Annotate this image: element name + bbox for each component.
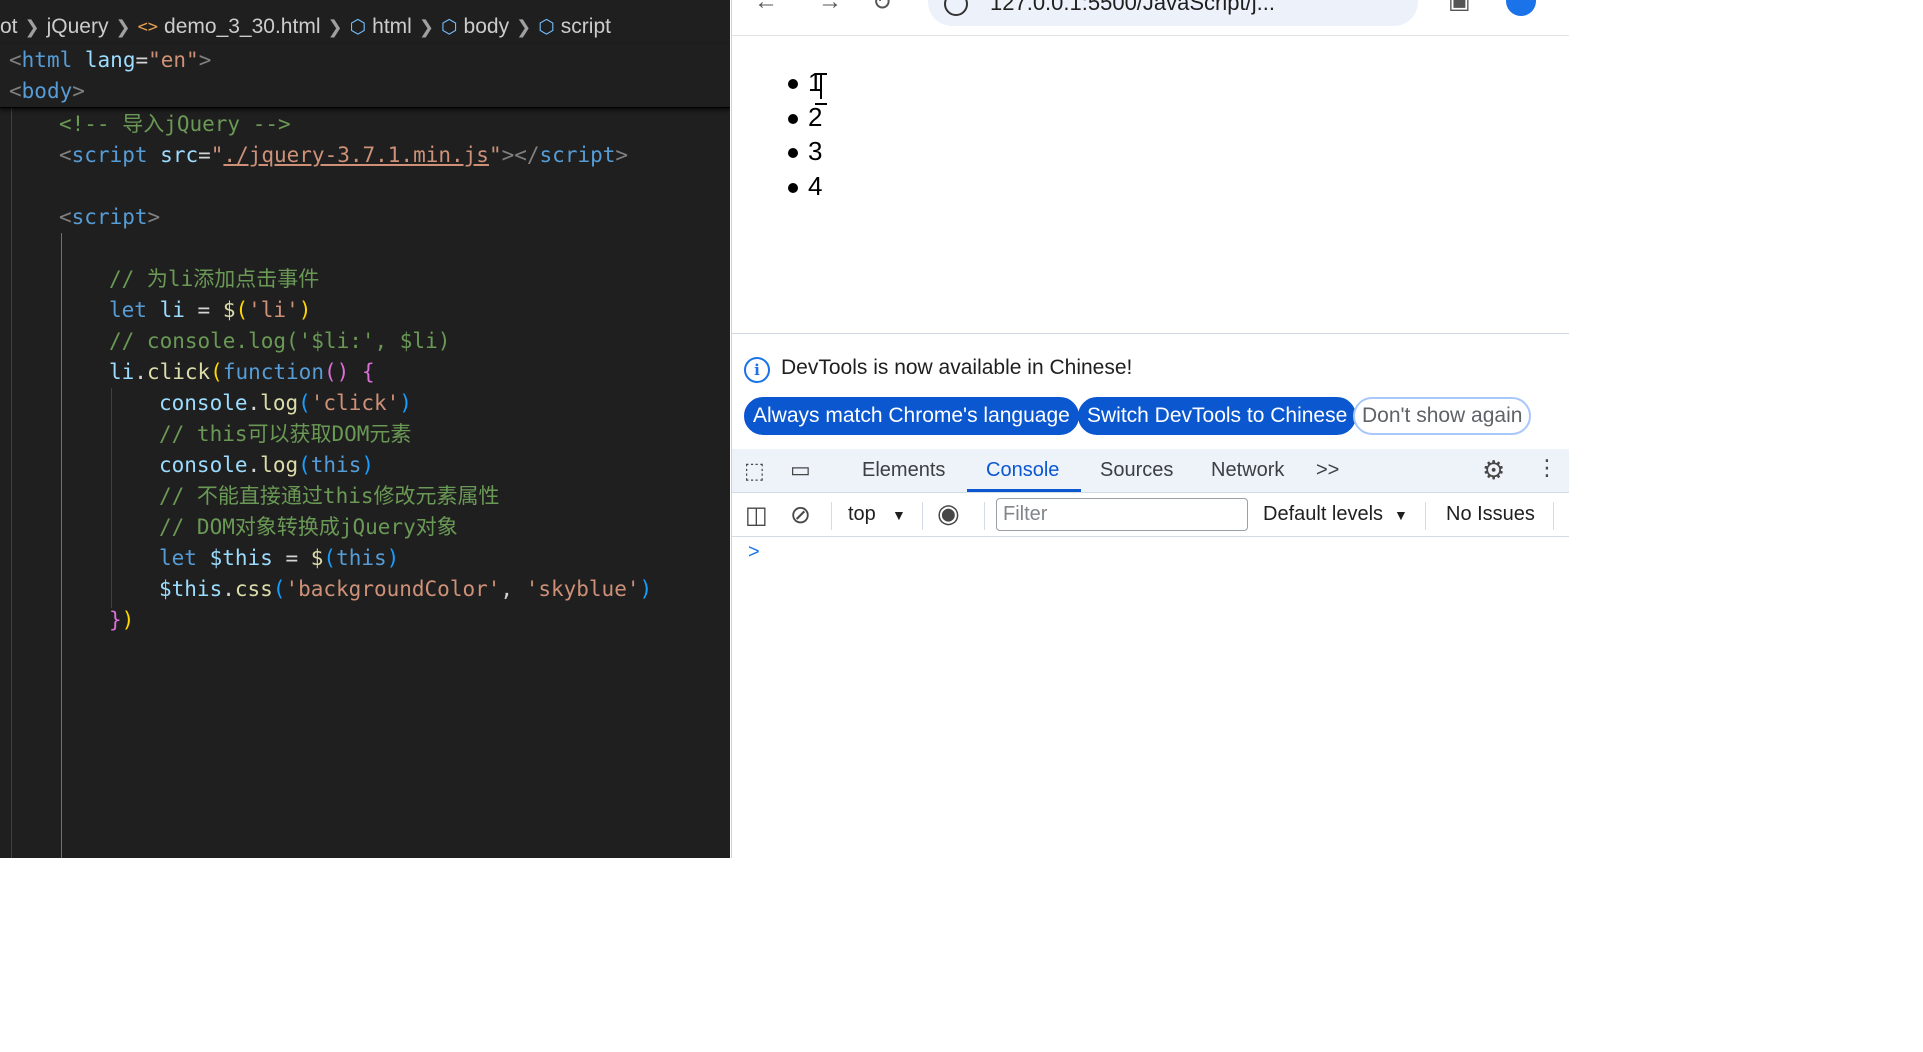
cube-icon: ⬡ xyxy=(440,16,458,38)
breadcrumb-item-root[interactable]: ot xyxy=(0,15,18,39)
code-line-css-call[interactable]: $this.css('backgroundColor', 'skyblue') xyxy=(159,574,652,605)
reload-icon[interactable]: ↻ xyxy=(872,0,892,17)
clear-console-icon[interactable]: ⊘ xyxy=(790,500,811,530)
indent-guide xyxy=(111,388,112,608)
code-line-comment-add-click[interactable]: // 为li添加点击事件 xyxy=(109,264,319,295)
src-link[interactable]: ./jquery-3.7.1.min.js xyxy=(223,143,489,167)
code-line-comment-console[interactable]: // console.log('$li:', $li) xyxy=(109,326,450,357)
tab-sources[interactable]: Sources xyxy=(1100,449,1173,493)
divider xyxy=(831,502,832,530)
tab-network[interactable]: Network xyxy=(1211,449,1284,493)
match-language-button[interactable]: Always match Chrome's language xyxy=(744,397,1079,435)
profile-avatar[interactable] xyxy=(1506,0,1536,16)
breadcrumb-item-html[interactable]: html xyxy=(372,15,412,39)
chevron-right-icon: ❯ xyxy=(24,16,40,37)
code-line-script-open[interactable]: <script> xyxy=(59,202,160,233)
address-bar[interactable]: 127.0.0.1:5500/JavaScript/j... ☷ ☆ xyxy=(928,0,1418,26)
chevron-right-icon: ❯ xyxy=(327,16,343,37)
divider xyxy=(984,502,985,530)
code-line-comment-convert[interactable]: // DOM对象转换成jQuery对象 xyxy=(159,512,458,543)
issues-counter[interactable]: No Issues xyxy=(1446,503,1535,526)
indent-guide xyxy=(61,233,62,858)
text-cursor-icon xyxy=(815,73,827,105)
chevron-right-icon: ❯ xyxy=(516,16,532,37)
settings-gear-icon[interactable]: ⚙ xyxy=(1482,455,1505,486)
tab-elements[interactable]: Elements xyxy=(862,449,945,493)
divider xyxy=(1425,502,1426,530)
forward-icon[interactable]: → xyxy=(818,0,842,16)
side-panel-icon[interactable]: ▣ xyxy=(1448,0,1471,15)
chevron-right-icon: ❯ xyxy=(115,16,131,37)
infobar-message: DevTools is now available in Chinese! xyxy=(781,356,1133,379)
divider xyxy=(1553,502,1554,530)
context-selector[interactable]: top xyxy=(848,503,876,526)
sticky-scroll-header[interactable]: <html lang="en"> <body> xyxy=(0,44,730,108)
breadcrumb: ot ❯ jQuery ❯ <> demo_3_30.html ❯ ⬡ html… xyxy=(0,8,611,46)
cube-icon: ⬡ xyxy=(349,16,367,38)
tab-console[interactable]: Console xyxy=(986,449,1059,493)
cube-icon: ⬡ xyxy=(538,16,555,38)
more-tabs-icon[interactable]: >> xyxy=(1316,449,1339,493)
switch-chinese-button[interactable]: Switch DevTools to Chinese xyxy=(1078,397,1357,435)
console-prompt-icon[interactable]: > xyxy=(748,541,760,564)
code-line-close-handler[interactable]: }) xyxy=(109,605,134,636)
html-file-icon: <> xyxy=(137,17,159,37)
eye-icon[interactable]: ◉ xyxy=(937,498,960,529)
filter-input[interactable]: Filter xyxy=(996,498,1248,531)
code-line-let-li[interactable]: let li = $('li') xyxy=(109,295,311,326)
site-info-icon[interactable] xyxy=(944,0,968,16)
sticky-line-body[interactable]: <body> xyxy=(9,76,85,107)
more-options-icon[interactable]: ⋮ xyxy=(1536,455,1558,481)
code-line-log-click[interactable]: console.log('click') xyxy=(159,388,412,419)
list-item[interactable]: 4 xyxy=(787,169,822,204)
dropdown-arrow-icon[interactable]: ▼ xyxy=(892,507,906,523)
code-line-click-handler[interactable]: li.click(function() { xyxy=(109,357,375,388)
log-levels-dropdown[interactable]: Default levels xyxy=(1263,503,1383,526)
breadcrumb-item-body[interactable]: body xyxy=(464,15,510,39)
breadcrumb-item-jquery[interactable]: jQuery xyxy=(47,15,109,39)
breadcrumb-item-script[interactable]: script xyxy=(561,15,611,39)
chevron-right-icon: ❯ xyxy=(418,16,434,37)
active-tab-indicator xyxy=(967,489,1081,492)
info-icon: i xyxy=(744,357,770,383)
inspect-element-icon[interactable]: ⬚ xyxy=(744,458,765,484)
list-item[interactable]: 3 xyxy=(787,134,822,169)
bookmark-star-icon[interactable]: ☆ xyxy=(1368,0,1390,5)
browser-window: ← → ↻ 127.0.0.1:5500/JavaScript/j... ☷ ☆… xyxy=(731,0,1569,858)
page-viewport: 1 2 3 4 xyxy=(732,37,1569,333)
code-line-comment-this-dom[interactable]: // this可以获取DOM元素 xyxy=(159,419,411,450)
divider xyxy=(922,502,923,530)
code-line-log-this[interactable]: console.log(this) xyxy=(159,450,374,481)
sidebar-toggle-icon[interactable]: ◫ xyxy=(745,501,768,530)
code-editor[interactable]: ot ❯ jQuery ❯ <> demo_3_30.html ❯ ⬡ html… xyxy=(0,0,730,858)
translate-icon[interactable]: ☷ xyxy=(1312,0,1332,4)
console-toolbar: ◫ ⊘ top ▼ ◉ Filter Default levels ▼ No I… xyxy=(732,494,1569,537)
code-line-let-this[interactable]: let $this = $(this) xyxy=(159,543,399,574)
device-toolbar-icon[interactable]: ▭ xyxy=(790,457,811,483)
code-line-comment-cannot-modify[interactable]: // 不能直接通过this修改元素属性 xyxy=(159,481,500,512)
devtools-tabbar: ⬚ ▭ Elements Console Sources Network >> … xyxy=(732,449,1569,493)
devtools-panel: i DevTools is now available in Chinese! … xyxy=(732,333,1569,858)
back-icon[interactable]: ← xyxy=(754,0,778,16)
address-url: 127.0.0.1:5500/JavaScript/j... xyxy=(990,0,1275,15)
language-infobar: i DevTools is now available in Chinese! … xyxy=(732,334,1569,449)
breadcrumb-item-file[interactable]: demo_3_30.html xyxy=(164,15,320,39)
indent-guide xyxy=(11,108,12,858)
sticky-line-html[interactable]: <html lang="en"> xyxy=(9,45,211,76)
code-line-script-src[interactable]: <script src="./jquery-3.7.1.min.js"></sc… xyxy=(59,140,628,171)
dont-show-again-button[interactable]: Don't show again xyxy=(1353,397,1532,435)
browser-toolbar: ← → ↻ 127.0.0.1:5500/JavaScript/j... ☷ ☆… xyxy=(732,0,1569,36)
dropdown-arrow-icon[interactable]: ▼ xyxy=(1394,507,1408,523)
code-line-comment-import[interactable]: <!-- 导入jQuery --> xyxy=(59,109,291,140)
